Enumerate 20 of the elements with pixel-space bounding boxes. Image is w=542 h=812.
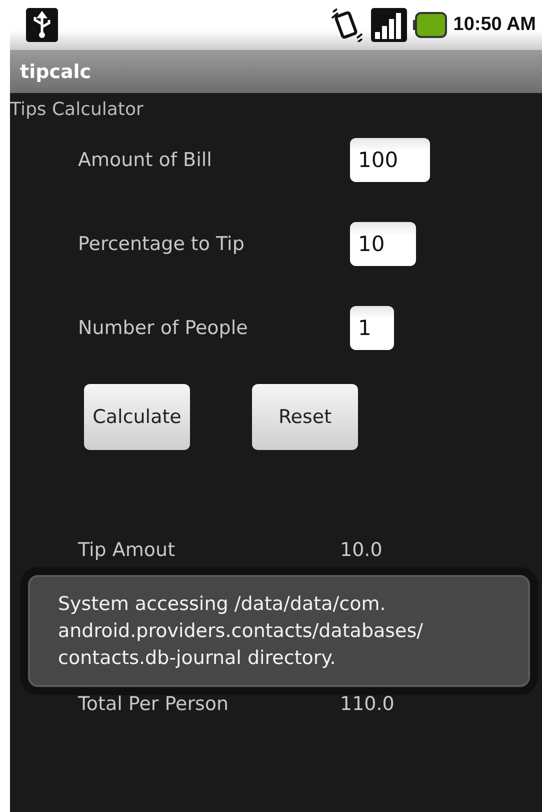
calculate-button[interactable]: Calculate [84, 384, 190, 450]
result-label: Total Per Person [78, 693, 230, 715]
battery-icon [413, 12, 448, 38]
status-time: 10:50 AM [453, 14, 536, 36]
result-value: 110.0 [340, 693, 394, 715]
phone-vibrate-icon [329, 8, 366, 42]
input-field[interactable]: 100 [350, 138, 430, 182]
result-label: Tip Amout [78, 539, 176, 561]
field-label: Percentage to Tip [78, 233, 246, 255]
input-field[interactable]: 1 [350, 306, 394, 350]
app-title: tipcalc [20, 60, 92, 82]
screen-heading: Tips Calculator [10, 98, 144, 120]
field-label: Number of People [78, 317, 249, 339]
input-field[interactable]: 10 [350, 222, 416, 266]
usb-icon [26, 8, 58, 42]
signal-icon [371, 8, 408, 42]
toast-message: System accessing /data/data/com. android.providers.contacts/databases/ contacts.db-journal directory. [28, 575, 530, 687]
field-label: Amount of Bill [78, 149, 213, 171]
result-value: 10.0 [340, 539, 382, 561]
reset-button[interactable]: Reset [252, 384, 358, 450]
